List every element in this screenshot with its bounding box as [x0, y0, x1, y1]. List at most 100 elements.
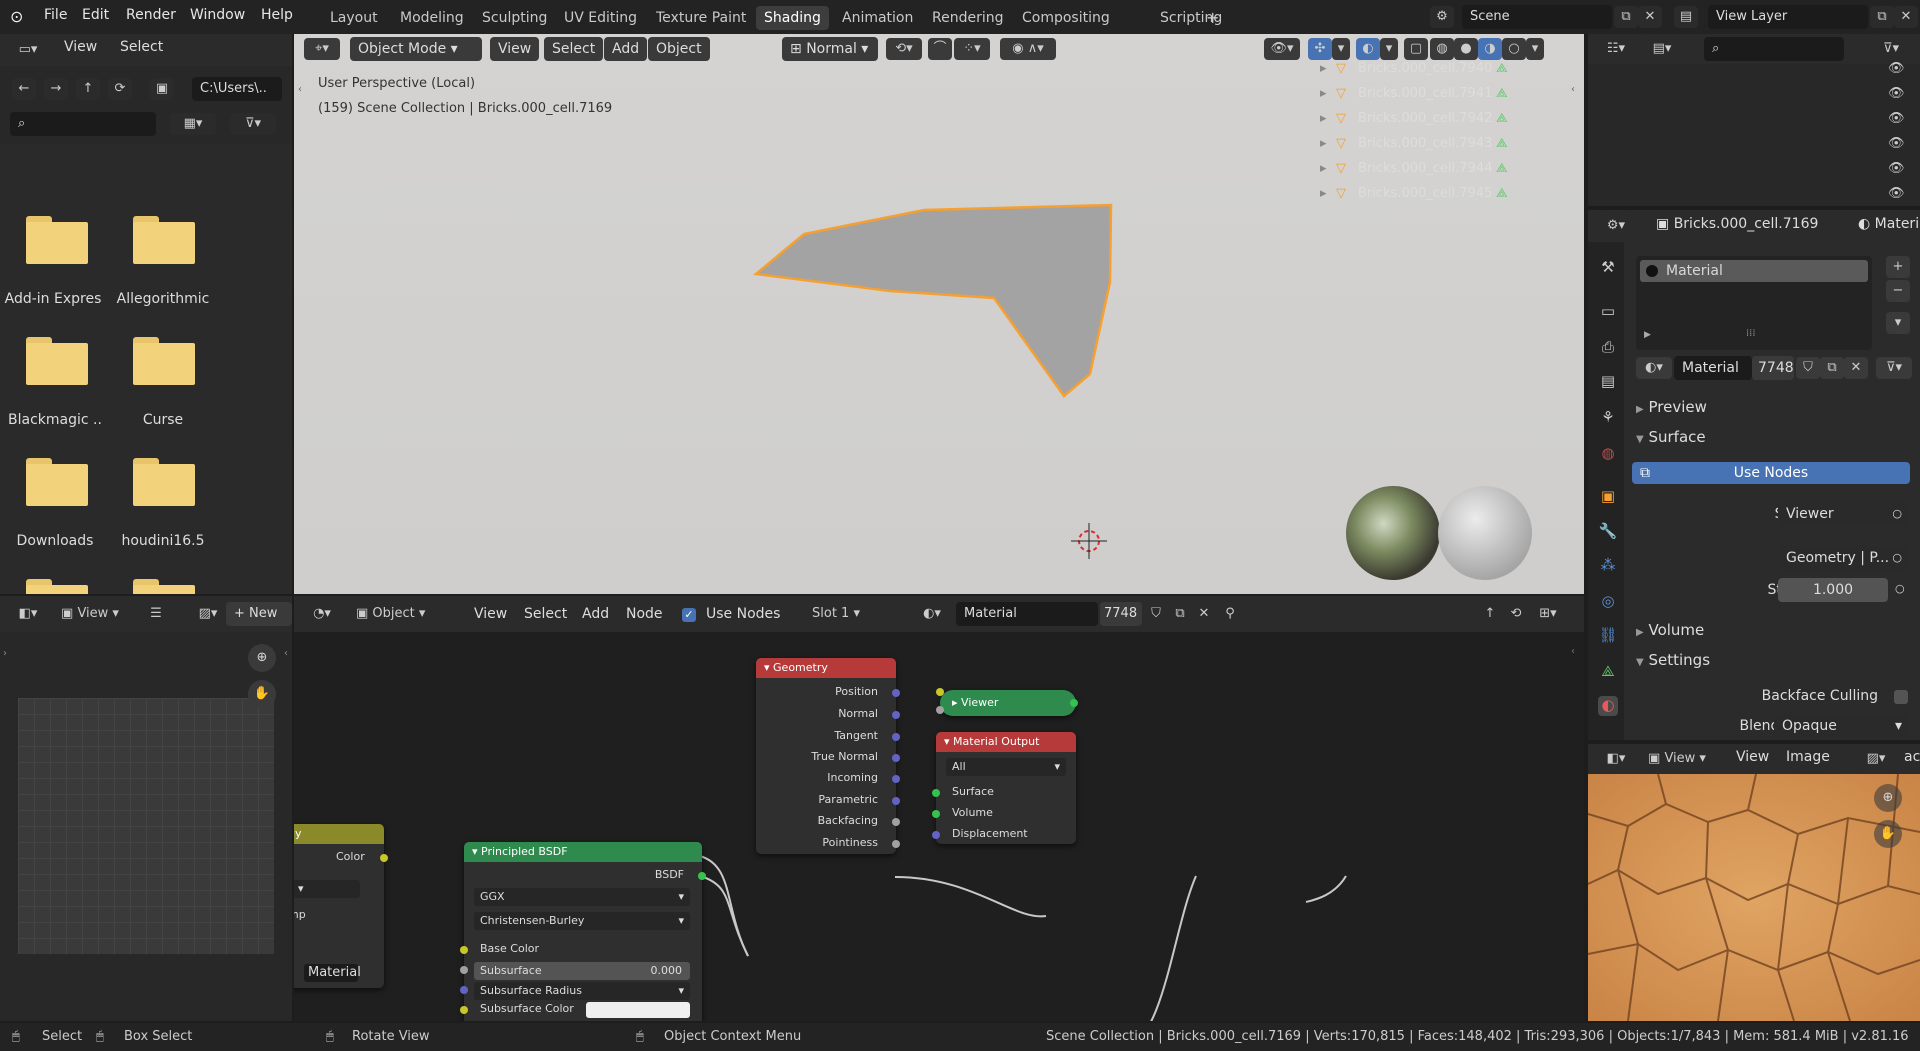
menu-window[interactable]: Window: [190, 7, 245, 23]
subsurface-color-socket[interactable]: [460, 1006, 468, 1014]
surface-input-socket[interactable]: [932, 789, 940, 797]
link-dropdown-icon[interactable]: ⊽▾: [1876, 357, 1912, 379]
image-view-menu[interactable]: View: [1736, 749, 1769, 765]
principled-bsdf-node[interactable]: ▾ Principled BSDF BSDF GGX ▾ Christensen-…: [460, 842, 706, 1021]
scene-tab-icon[interactable]: ⚘: [1598, 408, 1618, 428]
list-item[interactable]: ▸ ▽ Bricks.000_cell.7944 ⟁ 👁: [1320, 157, 1920, 181]
eye-icon[interactable]: 👁: [1888, 132, 1905, 156]
material-tab-icon[interactable]: ◐: [1598, 696, 1618, 716]
node-dropdown[interactable]: y ▾: [294, 880, 360, 898]
subsurface-slider[interactable]: Subsurface 0.000: [474, 962, 690, 980]
view-layer-tab-icon[interactable]: ▤: [1598, 372, 1618, 392]
remove-slot-icon[interactable]: −: [1886, 280, 1910, 302]
back-arrow-icon[interactable]: ←: [12, 78, 36, 100]
folder-label[interactable]: Add-in Expres: [0, 291, 108, 307]
view-mode-dropdown[interactable]: ▣ View ▾: [58, 603, 122, 625]
tab-texture-paint[interactable]: Texture Paint: [648, 6, 754, 30]
list-item[interactable]: ▸ ▽ Bricks.000_cell.7943 ⟁ 👁: [1320, 132, 1920, 156]
tab-modeling[interactable]: Modeling: [392, 6, 472, 30]
tab-layout[interactable]: Layout: [322, 6, 386, 30]
add-slot-icon[interactable]: +: [1886, 256, 1910, 278]
particles-tab-icon[interactable]: ⁂: [1598, 556, 1618, 576]
material-output-node[interactable]: ▾ Material Output All ▾ Surface Volume Di…: [932, 732, 1076, 844]
material-node-field[interactable]: Material: [304, 964, 361, 982]
output-socket[interactable]: [892, 689, 900, 697]
color-value-field[interactable]: Geometry | P... ○: [1778, 546, 1910, 570]
folder-label[interactable]: Downloads: [0, 533, 110, 549]
material-slot-item[interactable]: Material: [1640, 260, 1868, 282]
forward-arrow-icon[interactable]: →: [44, 78, 68, 100]
scene-close-icon[interactable]: ✕: [1638, 6, 1662, 28]
image-canvas[interactable]: [18, 698, 274, 954]
view-mode-dropdown[interactable]: ▣ View ▾: [1642, 748, 1712, 770]
image-browse-icon[interactable]: ▨▾: [1858, 748, 1894, 770]
new-folder-icon[interactable]: ▣: [150, 78, 174, 100]
path-field[interactable]: C:\Users\..: [192, 77, 282, 101]
blender-logo-icon[interactable]: ⊙: [10, 7, 30, 27]
surface-value-field[interactable]: Viewer ○: [1778, 502, 1910, 526]
folder-label[interactable]: Curse: [108, 412, 218, 428]
strength-slider[interactable]: 1.000: [1778, 578, 1888, 602]
filter-icon[interactable]: ⊽▾: [230, 113, 276, 135]
folder-icon[interactable]: [26, 216, 88, 264]
node-editor[interactable]: ◔▾ ▣ Object ▾ View Select Add Node ✓ Use…: [294, 596, 1584, 1021]
object-tab-icon[interactable]: ▣: [1598, 487, 1618, 507]
list-item[interactable]: ▸ ▽ Bricks.000_cell.7941 ⟁ 👁: [1320, 82, 1920, 106]
cracked-earth-texture[interactable]: [1588, 774, 1920, 1021]
folder-label[interactable]: Blackmagic ..: [0, 412, 110, 428]
unlink-material-icon[interactable]: ✕: [1844, 357, 1868, 379]
tool-tab-icon[interactable]: ⚒: [1598, 258, 1618, 278]
bsdf-output-socket[interactable]: [698, 872, 706, 880]
new-image-button[interactable]: + New: [226, 602, 292, 626]
modifier-tab-icon[interactable]: 🔧: [1598, 522, 1618, 542]
folder-icon[interactable]: [26, 579, 88, 594]
editor-type-icon[interactable]: ◧▾: [10, 603, 46, 625]
eye-icon[interactable]: 👁: [1888, 57, 1905, 81]
output-socket[interactable]: [892, 711, 900, 719]
render-tab-icon[interactable]: ▭: [1598, 302, 1618, 322]
view-layer-field[interactable]: View Layer: [1708, 5, 1868, 29]
duplicate-material-icon[interactable]: ⧉: [1820, 357, 1844, 379]
material-browse-icon[interactable]: ◐▾: [1636, 357, 1672, 379]
tab-compositing[interactable]: Compositing: [1014, 6, 1118, 30]
viewer-input-socket[interactable]: [936, 706, 944, 714]
subsurface-radius-socket[interactable]: [460, 986, 468, 994]
view-layer-close-icon[interactable]: ✕: [1894, 6, 1918, 28]
zoom-icon[interactable]: ⊕: [248, 644, 276, 672]
editor-type-icon[interactable]: ◧▾: [1598, 748, 1634, 770]
base-color-socket[interactable]: [460, 946, 468, 954]
world-tab-icon[interactable]: ◍: [1598, 444, 1618, 464]
panel-settings[interactable]: ▼ Settings: [1636, 651, 1710, 669]
use-nodes-button[interactable]: ⧉ Use Nodes: [1632, 462, 1910, 484]
folder-icon[interactable]: [133, 579, 195, 594]
file-select-menu[interactable]: Select: [120, 39, 163, 55]
displacement-input-socket[interactable]: [932, 831, 940, 839]
output-socket[interactable]: [892, 775, 900, 783]
add-workspace-button[interactable]: +: [1198, 6, 1227, 30]
scene-field[interactable]: Scene: [1462, 5, 1612, 29]
partial-texture-node[interactable]: ly Color y ▾ mp Material: [294, 824, 388, 988]
toolbar-expand-icon[interactable]: ›: [3, 648, 7, 659]
refresh-icon[interactable]: ⟳: [108, 78, 132, 100]
editor-type-icon[interactable]: ▭▾: [10, 39, 46, 61]
constraints-tab-icon[interactable]: ⛓: [1598, 626, 1618, 646]
folder-icon[interactable]: [26, 458, 88, 506]
tab-sculpting[interactable]: Sculpting: [474, 6, 555, 30]
file-view-menu[interactable]: View: [64, 39, 97, 55]
subsurface-method-dropdown[interactable]: Christensen-Burley ▾: [474, 912, 690, 930]
list-item[interactable]: ▸ ▽ Bricks.000_cell.7942 ⟁ 👁: [1320, 107, 1920, 131]
target-dropdown[interactable]: All ▾: [946, 758, 1066, 776]
output-socket[interactable]: [892, 840, 900, 848]
subsurface-color-swatch[interactable]: [586, 1002, 690, 1018]
tab-shading[interactable]: Shading: [756, 6, 829, 30]
viewer-node[interactable]: ▸ Viewer: [936, 688, 1078, 716]
editor-type-icon[interactable]: ⚙▾: [1598, 215, 1634, 237]
pan-hand-icon[interactable]: ✋: [1874, 820, 1902, 848]
eye-icon[interactable]: 👁: [1888, 182, 1905, 206]
physics-tab-icon[interactable]: ◎: [1598, 592, 1618, 612]
list-resize-handle[interactable]: ⁞⁞⁞: [1746, 328, 1756, 339]
scene-new-icon[interactable]: ⧉: [1614, 6, 1638, 28]
data-tab-icon[interactable]: ⟁: [1598, 662, 1618, 682]
list-item[interactable]: ▸ ▽ Bricks.000_cell.7945 ⟁ 👁: [1320, 182, 1920, 206]
panel-preview[interactable]: ▶ Preview: [1636, 398, 1707, 416]
